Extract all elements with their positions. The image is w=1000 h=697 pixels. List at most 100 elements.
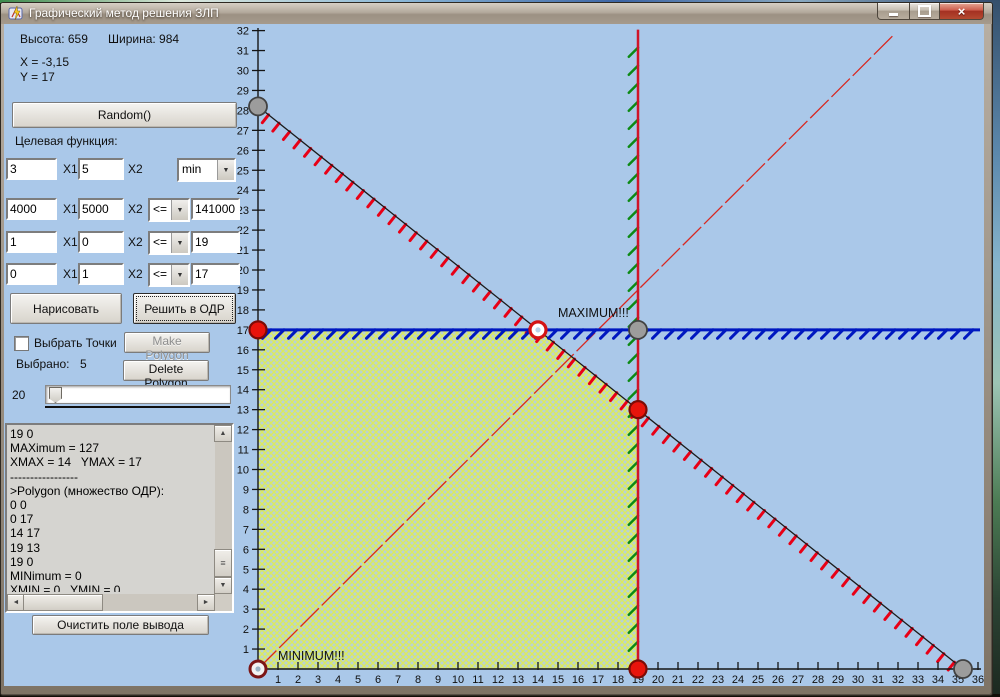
dropdown-icon[interactable]: ▼ <box>171 200 188 220</box>
constraint-coef2-input[interactable] <box>78 263 124 285</box>
x-tick-label: 31 <box>872 674 884 686</box>
objective-mode-select[interactable]: min ▼ <box>177 158 236 182</box>
point-19-17[interactable] <box>629 321 647 339</box>
x-tick-label: 30 <box>852 674 864 686</box>
delete-polygon-button[interactable]: Delete Polygon <box>123 360 209 381</box>
x-tick-label: 9 <box>435 674 441 686</box>
random-button[interactable]: Random() <box>12 102 237 128</box>
point-19-13[interactable] <box>630 401 647 418</box>
title-bar[interactable]: Графический метод решения ЗЛП × <box>1 3 992 24</box>
horizontal-scrollbar[interactable]: ◄ ► <box>7 594 215 611</box>
output-memo: 19 0 MAXimum = 127 XMAX = 14 YMAX = 17 -… <box>5 423 234 613</box>
constraint-op-value: <= <box>153 235 167 249</box>
x-tick-label: 15 <box>552 674 564 686</box>
x-tick-label: 29 <box>832 674 844 686</box>
constraints-list: X1X2<=▼X1X2<=▼X1X2<=▼ <box>6 198 238 288</box>
x-tick-label: 6 <box>375 674 381 686</box>
x1-label: X1 <box>63 202 78 216</box>
y-tick-label: 26 <box>237 145 249 157</box>
constraint-coef1-input[interactable] <box>6 198 57 220</box>
dropdown-icon[interactable]: ▼ <box>217 160 234 180</box>
canvas-height-label: Высота: 659 <box>20 32 88 46</box>
x1-label: X1 <box>63 267 78 281</box>
point-maximum-14-17-core <box>535 327 540 332</box>
constraint-row: X1X2<=▼ <box>6 263 238 285</box>
vertical-scroll-thumb[interactable]: ≡ <box>214 549 232 577</box>
maximize-button[interactable] <box>910 3 939 20</box>
x-tick-label: 1 <box>275 674 281 686</box>
y-tick-label: 7 <box>243 524 249 536</box>
zoom-slider[interactable] <box>45 385 231 404</box>
objective-coef2-input[interactable] <box>78 158 124 180</box>
x-tick-label: 8 <box>415 674 421 686</box>
horizontal-scroll-thumb[interactable] <box>23 594 103 611</box>
point-19-0[interactable] <box>630 661 647 678</box>
scroll-down-icon[interactable]: ▼ <box>214 577 232 594</box>
point-x-intercept-35[interactable] <box>954 660 972 678</box>
x-tick-label: 16 <box>572 674 584 686</box>
make-polygon-button[interactable]: Make Polygon <box>124 332 210 353</box>
constraint-op-value: <= <box>153 267 167 281</box>
x-tick-label: 10 <box>452 674 464 686</box>
x2-label: X2 <box>128 162 143 176</box>
x2-label: X2 <box>128 202 143 216</box>
objective-caption: Целевая функция: <box>15 134 118 148</box>
point-0-17[interactable] <box>250 321 267 338</box>
dropdown-icon[interactable]: ▼ <box>171 233 188 253</box>
constraint-op-select[interactable]: <=▼ <box>148 198 190 222</box>
y-tick-label: 14 <box>237 385 249 397</box>
point-y-intercept-28[interactable] <box>249 97 267 115</box>
y-tick-label: 9 <box>243 484 249 496</box>
y-tick-label: 6 <box>243 544 249 556</box>
maximize-icon <box>918 5 931 17</box>
y-tick-label: 31 <box>237 46 249 58</box>
x-tick-label: 28 <box>812 674 824 686</box>
x-tick-label: 5 <box>355 674 361 686</box>
constraint-coef1-input[interactable] <box>6 263 57 285</box>
minimize-icon <box>889 13 898 16</box>
x-tick-label: 4 <box>335 674 341 686</box>
app-window: Графический метод решения ЗЛП × 12345678… <box>0 2 993 696</box>
constraint-rhs-input[interactable] <box>191 198 240 220</box>
select-points-label: Выбрать Точки <box>34 336 117 350</box>
x-tick-label: 36 <box>972 674 984 686</box>
objective-coef1-input[interactable] <box>6 158 57 180</box>
constraint-coef1-input[interactable] <box>6 231 57 253</box>
constraint-coef2-input[interactable] <box>78 198 124 220</box>
slider-thumb[interactable] <box>49 387 62 403</box>
constraint-rhs-input[interactable] <box>191 263 240 285</box>
y-tick-label: 17 <box>237 325 249 337</box>
dropdown-icon[interactable]: ▼ <box>171 265 188 285</box>
constraint-op-select[interactable]: <= ▼ <box>148 231 190 255</box>
x-tick-label: 3 <box>315 674 321 686</box>
close-button[interactable]: × <box>939 3 984 20</box>
y-tick-label: 13 <box>237 405 249 417</box>
constraint-rhs-input[interactable] <box>191 231 240 253</box>
y-tick-label: 24 <box>237 185 249 197</box>
constraint-op-select[interactable]: <= ▼ <box>148 263 190 287</box>
y-tick-label: 19 <box>237 285 249 297</box>
x1-label: X1 <box>63 162 78 176</box>
x-tick-label: 14 <box>532 674 544 686</box>
cursor-x-label: X = -3,15 <box>20 55 69 69</box>
y-tick-label: 3 <box>243 604 249 616</box>
slider-baseline <box>45 406 230 408</box>
vertical-scrollbar[interactable]: ▲ ≡ ▼ <box>215 425 232 594</box>
y-tick-label: 10 <box>237 465 249 477</box>
solve-in-region-button[interactable]: Решить в ОДР <box>133 293 236 324</box>
select-points-checkbox[interactable] <box>14 336 29 351</box>
x-tick-label: 17 <box>592 674 604 686</box>
draw-button[interactable]: Нарисовать <box>10 293 122 324</box>
clear-output-button[interactable]: Очистить поле вывода <box>32 615 209 635</box>
scroll-up-icon[interactable]: ▲ <box>214 425 232 442</box>
cursor-y-label: Y = 17 <box>20 70 55 84</box>
output-log[interactable]: 19 0 MAXimum = 127 XMAX = 14 YMAX = 17 -… <box>10 427 213 592</box>
client-area: 1234567891011121314151617181920212223242… <box>4 24 984 686</box>
y-tick-label: 4 <box>243 584 249 596</box>
minimize-button[interactable] <box>877 3 910 20</box>
y-tick-label: 32 <box>237 26 249 38</box>
y-tick-label: 15 <box>237 365 249 377</box>
scroll-right-icon[interactable]: ► <box>197 594 215 611</box>
x-tick-label: 23 <box>712 674 724 686</box>
constraint-coef2-input[interactable] <box>78 231 124 253</box>
